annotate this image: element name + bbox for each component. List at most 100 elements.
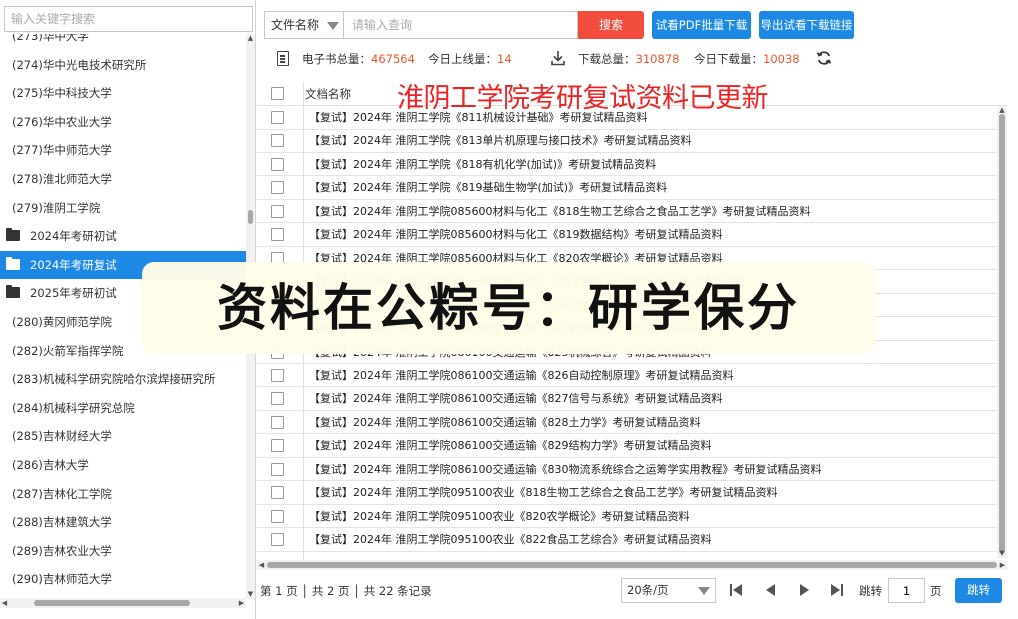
tree-item-label: 2024年考研复试 [30, 257, 117, 272]
tree-item[interactable]: (277)华中师范大学 [0, 136, 246, 164]
table-row[interactable]: 【复试】2024年 淮阴工学院086100交通运输《830物流系统综合之运筹学实… [257, 458, 1007, 482]
tree-folder[interactable]: 2024年考研初试 [0, 222, 246, 250]
row-checkbox[interactable] [271, 533, 284, 547]
scrollbar-thumb[interactable] [248, 210, 253, 224]
jump-page-input[interactable] [888, 578, 925, 603]
table-row[interactable]: 【复试】2024年 淮阴工学院085600材料与化工《818生物工艺综合之食品工… [257, 200, 1007, 224]
folder-icon [6, 256, 20, 270]
table-row[interactable]: 【复试】2024年 淮阴工学院《813单片机原理与接口技术》考研复试精品资料 [257, 129, 1007, 153]
sidebar-horizontal-scrollbar[interactable]: ◀ ▶ [0, 598, 246, 608]
scroll-right-arrow-icon[interactable]: ▶ [237, 598, 246, 608]
table-row[interactable]: 【复试】2024年 淮阴工学院086100交通运输《829结构力学》考研复试精品… [257, 434, 1007, 458]
row-checkbox[interactable] [271, 157, 284, 171]
document-name[interactable]: 【复试】2024年 淮阴工学院095100农业《818生物工艺综合之食品工艺学》… [309, 481, 777, 504]
batch-pdf-download-button[interactable]: 试看PDF批量下载 [652, 11, 751, 39]
scrollbar-thumb[interactable] [34, 600, 190, 606]
search-field-select[interactable]: 文件名称 [264, 11, 343, 39]
document-name[interactable]: 【复试】2024年 淮阴工学院《819基础生物学(加试)》考研复试精品资料 [309, 176, 667, 199]
sidebar-search-input[interactable] [4, 6, 253, 32]
stat-value: 14 [497, 52, 512, 66]
document-name[interactable]: 【复试】2024年 淮阴工学院086100交通运输《827信号与系统》考研复试精… [309, 387, 722, 410]
tree-item[interactable]: (290)吉林师范大学 [0, 565, 246, 593]
row-checkbox[interactable] [271, 181, 284, 195]
scroll-right-arrow-icon[interactable]: ▶ [998, 560, 1007, 570]
document-name[interactable]: 【复试】2024年 淮阴工学院086100交通运输《829结构力学》考研复试精品… [309, 434, 711, 457]
table-row[interactable]: 【复试】2024年 淮阴工学院086100交通运输《827信号与系统》考研复试精… [257, 387, 1007, 411]
last-page-icon[interactable] [829, 582, 845, 598]
tree-item[interactable]: (273)华中大学 [0, 34, 246, 50]
tree-item[interactable]: (288)吉林建筑大学 [0, 508, 246, 536]
row-checkbox[interactable] [271, 392, 284, 406]
row-checkbox[interactable] [271, 509, 284, 523]
tree-item-label: (275)华中科技大学 [12, 86, 112, 101]
watermark-overlay: 资料在公粽号：研学保分 [142, 262, 875, 354]
tree-item[interactable]: (284)机械科学研究总院 [0, 394, 246, 422]
tree-item[interactable]: (289)吉林农业大学 [0, 537, 246, 565]
page-size-select[interactable]: 20条/页 [621, 578, 716, 603]
document-name[interactable]: 【复试】2024年 淮阴工学院095100农业《822食品工艺综合》考研复试精品… [309, 528, 711, 551]
refresh-icon[interactable] [816, 50, 832, 66]
tree-item[interactable]: (286)吉林大学 [0, 451, 246, 479]
tree-item[interactable]: (274)华中光电技术研究所 [0, 51, 246, 79]
row-checkbox[interactable] [271, 462, 284, 476]
table-vertical-scrollbar[interactable]: ▲ ▼ [997, 106, 1007, 558]
tree-item[interactable]: (279)淮阴工学院 [0, 194, 246, 222]
row-checkbox[interactable] [271, 204, 284, 218]
scroll-left-arrow-icon[interactable]: ◀ [257, 560, 266, 570]
scroll-down-arrow-icon[interactable]: ▼ [246, 590, 255, 599]
row-checkbox[interactable] [271, 486, 284, 500]
row-checkbox[interactable] [271, 134, 284, 148]
app-window: (273)华中大学 (274)华中光电技术研究所 (275)华中科技大学 (276)华… [0, 0, 1018, 619]
first-page-icon[interactable] [728, 582, 744, 598]
table-row[interactable]: 【复试】2024年 淮阴工学院《819基础生物学(加试)》考研复试精品资料 [257, 176, 1007, 200]
query-input[interactable] [343, 11, 578, 39]
table-row[interactable]: 【复试】2024年 淮阴工学院095100农业《820农学概论》考研复试精品资料 [257, 505, 1007, 529]
tree-item[interactable]: (283)机械科学研究院哈尔滨焊接研究所 [0, 365, 246, 393]
select-all-checkbox[interactable] [271, 87, 284, 100]
tree-item[interactable]: (287)吉林化工学院 [0, 480, 246, 508]
document-name[interactable]: 【复试】2024年 淮阴工学院086100交通运输《830物流系统综合之运筹学实… [309, 458, 821, 481]
tree-item-label: 2025年考研初试 [30, 286, 117, 301]
jump-button[interactable]: 跳转 [955, 578, 1002, 603]
page-unit-label: 页 [930, 584, 942, 598]
table-horizontal-scrollbar[interactable]: ◀ ▶ [257, 560, 1007, 570]
table-row[interactable]: 【复试】2024年 淮阴工学院085600材料与化工《819数据结构》考研复试精… [257, 223, 1007, 247]
document-name[interactable]: 【复试】2024年 淮阴工学院086100交通运输《826自动控制原理》考研复试… [309, 364, 733, 387]
table-row[interactable]: 【复试】2024年 淮阴工学院095100农业《818生物工艺综合之食品工艺学》… [257, 481, 1007, 505]
stat-value: 310878 [635, 52, 680, 66]
tree-item-label: (282)火箭军指挥学院 [12, 343, 124, 358]
tree-item-label: 2024年考研初试 [30, 229, 117, 244]
document-name[interactable]: 【复试】2024年 淮阴工学院095100农业《820农学概论》考研复试精品资料 [309, 505, 689, 528]
folder-icon [6, 285, 20, 299]
scrollbar-thumb[interactable] [267, 562, 997, 568]
stat-value: 467564 [371, 52, 415, 66]
scroll-up-arrow-icon[interactable]: ▲ [246, 34, 255, 43]
scroll-left-arrow-icon[interactable]: ◀ [0, 598, 9, 608]
document-name[interactable]: 【复试】2024年 淮阴工学院《818有机化学(加试)》考研复试精品资料 [309, 153, 656, 176]
prev-page-icon[interactable] [763, 582, 779, 598]
document-name[interactable]: 【复试】2024年 淮阴工学院《813单片机原理与接口技术》考研复试精品资料 [309, 129, 691, 152]
document-name[interactable]: 【复试】2024年 淮阴工学院086100交通运输《828土力学》考研复试精品资… [309, 411, 700, 434]
tree-item[interactable]: (276)华中农业大学 [0, 108, 246, 136]
row-checkbox[interactable] [271, 415, 284, 429]
export-links-button[interactable]: 导出试看下载链接 [759, 11, 854, 39]
row-checkbox[interactable] [271, 368, 284, 382]
tree-item[interactable]: (285)吉林财经大学 [0, 422, 246, 450]
table-row[interactable]: 【复试】2024年 淮阴工学院086100交通运输《826自动控制原理》考研复试… [257, 364, 1007, 388]
scroll-down-arrow-icon[interactable]: ▼ [997, 549, 1007, 558]
tree-item[interactable]: (278)淮北师范大学 [0, 165, 246, 193]
tree-item-label: (280)黄冈师范学院 [12, 315, 112, 329]
next-page-icon[interactable] [796, 582, 812, 598]
search-button[interactable]: 搜索 [578, 11, 644, 39]
document-name[interactable]: 【复试】2024年 淮阴工学院085600材料与化工《818生物工艺综合之食品工… [309, 200, 810, 223]
table-row[interactable]: 【复试】2024年 淮阴工学院095100农业《822食品工艺综合》考研复试精品… [257, 528, 1007, 552]
document-name[interactable]: 【复试】2024年 淮阴工学院085600材料与化工《819数据结构》考研复试精… [309, 223, 722, 246]
row-checkbox[interactable] [271, 111, 284, 124]
row-checkbox[interactable] [271, 439, 284, 453]
table-row[interactable]: 【复试】2024年 淮阴工学院《818有机化学(加试)》考研复试精品资料 [257, 153, 1007, 177]
scrollbar-thumb[interactable] [999, 114, 1005, 554]
column-header-name: 文档名称 [305, 87, 351, 101]
row-checkbox[interactable] [271, 228, 284, 242]
table-row[interactable]: 【复试】2024年 淮阴工学院086100交通运输《828土力学》考研复试精品资… [257, 411, 1007, 435]
tree-item[interactable]: (275)华中科技大学 [0, 79, 246, 107]
